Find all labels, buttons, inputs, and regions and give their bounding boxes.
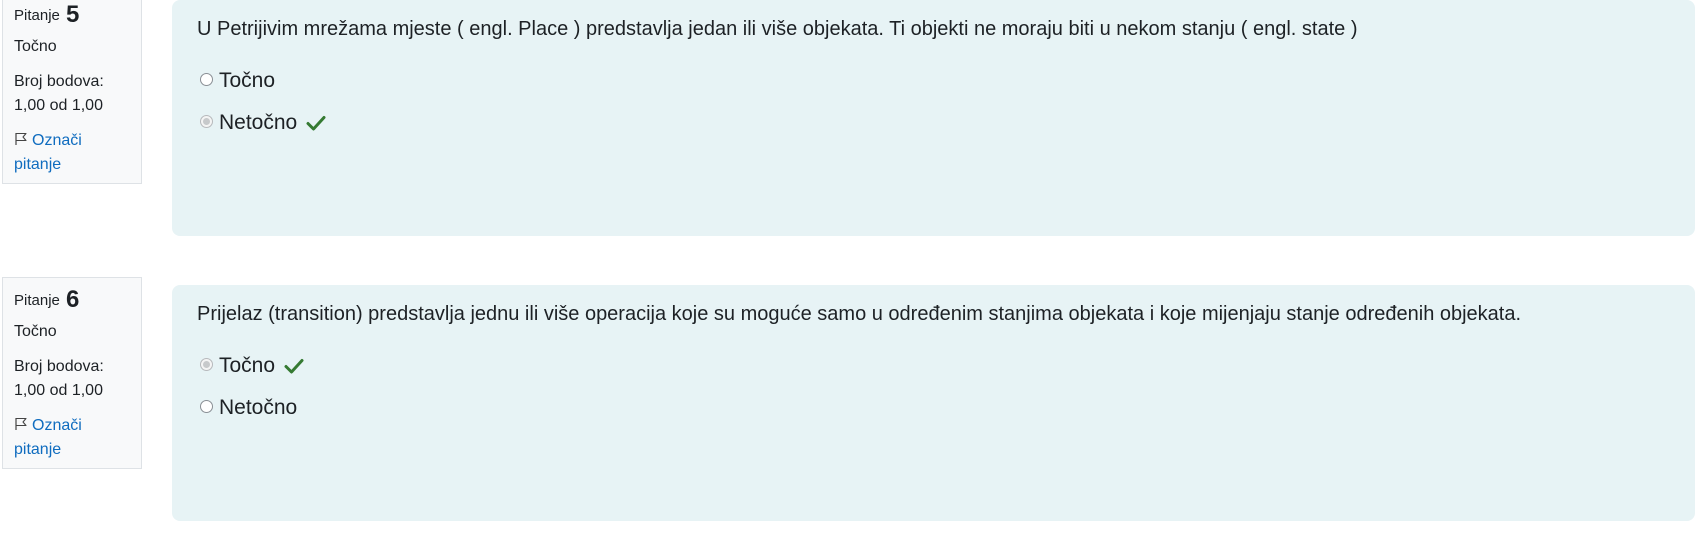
question-number-prefix: Pitanje (14, 292, 60, 309)
flag-icon (15, 417, 27, 430)
radio-button[interactable] (200, 72, 213, 86)
question-grade: Broj bodova: 1,00 od 1,00 (14, 70, 141, 118)
question-info: Pitanje 6 Točno Broj bodova: 1,00 od 1,0… (2, 277, 142, 469)
answer-option-netocno[interactable]: Netočno (197, 102, 1695, 144)
flag-question-link[interactable]: Označi pitanje (14, 129, 141, 177)
question-state: Točno (14, 323, 57, 340)
correct-check-icon (306, 116, 326, 131)
flag-label-line2[interactable]: pitanje (14, 156, 61, 173)
grade-label: Broj bodova: (14, 358, 104, 375)
question-number: Pitanje 6 (14, 288, 141, 313)
flag-icon (15, 132, 27, 145)
flag-label-line2[interactable]: pitanje (14, 441, 61, 458)
flag-label[interactable]: Označi (32, 417, 82, 434)
question-grade: Broj bodova: 1,00 od 1,00 (14, 355, 141, 403)
radio-button-selected[interactable] (200, 357, 213, 371)
answer-label: Točno (219, 354, 276, 377)
question-state: Točno (14, 38, 57, 55)
answer-option-tocno[interactable]: Točno (197, 345, 1695, 387)
question-text: Prijelaz (transition) predstavlja jednu … (197, 303, 1522, 325)
question-text: U Petrijivim mrežama mjeste ( engl. Plac… (197, 18, 1358, 40)
question-number-prefix: Pitanje (14, 7, 60, 24)
answer-label: Netočno (219, 111, 298, 134)
question-number-value: 6 (66, 286, 80, 313)
grade-label: Broj bodova: (14, 73, 104, 90)
flag-question-link[interactable]: Označi pitanje (14, 414, 141, 462)
answer-option-tocno[interactable]: Točno (197, 60, 1695, 102)
question-content: Prijelaz (transition) predstavlja jednu … (172, 285, 1695, 521)
question-number-value: 5 (66, 1, 80, 28)
grade-value: 1,00 od 1,00 (14, 97, 103, 114)
question-number: Pitanje 5 (14, 3, 141, 28)
answer-label: Netočno (219, 396, 298, 419)
correct-check-icon (284, 359, 304, 374)
answer-options: Točno Netočno (197, 60, 1695, 144)
grade-value: 1,00 od 1,00 (14, 382, 103, 399)
answer-label: Točno (219, 69, 276, 92)
flag-label[interactable]: Označi (32, 132, 82, 149)
radio-button[interactable] (200, 399, 213, 413)
radio-button-selected[interactable] (200, 114, 213, 128)
question-info: Pitanje 5 Točno Broj bodova: 1,00 od 1,0… (2, 0, 142, 184)
answer-options: Točno Netočno (197, 345, 1695, 429)
answer-option-netocno[interactable]: Netočno (197, 387, 1695, 429)
question-content: U Petrijivim mrežama mjeste ( engl. Plac… (172, 0, 1695, 236)
